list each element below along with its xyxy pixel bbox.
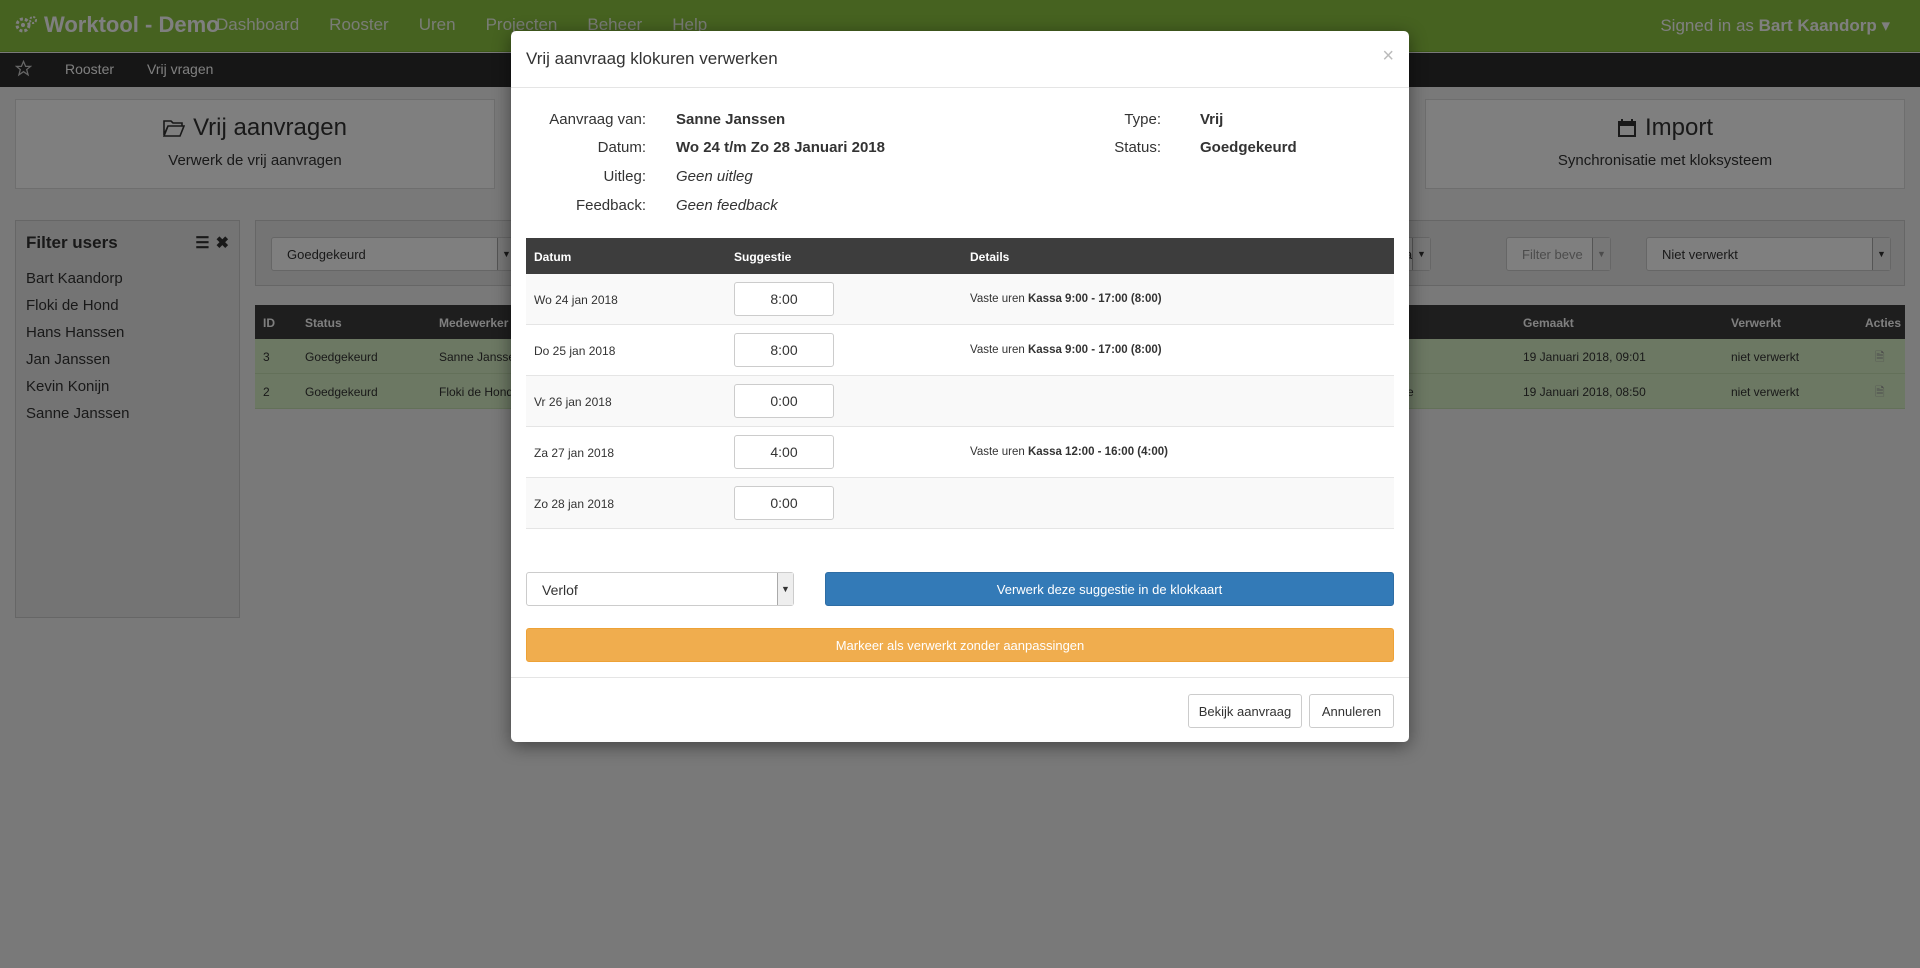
details-bold: Kassa 9:00 - 17:00 (8:00) bbox=[1027, 344, 1162, 356]
markeer-verwerkt-button[interactable]: Markeer als verwerkt zonder aanpassingen bbox=[526, 628, 1394, 662]
suggestie-input[interactable]: 8:00 bbox=[734, 282, 834, 316]
value-type: Vrij bbox=[1200, 111, 1224, 128]
details-prefix: Vaste uren bbox=[970, 293, 1028, 305]
cell-details: Vaste uren Kassa 9:00 - 17:00 (8:00) bbox=[970, 344, 1162, 356]
details-bold: Kassa 9:00 - 17:00 (8:00) bbox=[1027, 293, 1162, 305]
label-aanvraag-van: Aanvraag van: bbox=[549, 111, 646, 128]
label-feedback: Feedback: bbox=[575, 197, 646, 214]
modal-footer: Bekijk aanvraag Annuleren bbox=[511, 677, 1409, 742]
table-row: Vr 26 jan 2018 0:00 bbox=[526, 376, 1394, 427]
suggestie-input[interactable]: 4:00 bbox=[734, 435, 834, 469]
modal-title: Vrij aanvraag klokuren verwerken bbox=[526, 49, 778, 68]
value-datum: Wo 24 t/m Zo 28 Januari 2018 bbox=[676, 139, 885, 156]
verlof-type-value: Verlof bbox=[542, 582, 578, 598]
table-row: Wo 24 jan 2018 8:00 Vaste uren Kassa 9:0… bbox=[526, 274, 1394, 325]
cell-datum: Za 27 jan 2018 bbox=[534, 446, 615, 460]
suggestie-input[interactable]: 0:00 bbox=[734, 486, 834, 520]
cell-details: Vaste uren Kassa 9:00 - 17:00 (8:00) bbox=[970, 293, 1162, 305]
label-type: Type: bbox=[1124, 111, 1161, 128]
label-uitleg: Uitleg: bbox=[603, 168, 646, 185]
col-datum: Datum bbox=[534, 250, 572, 264]
label-datum: Datum: bbox=[597, 139, 646, 156]
value-status: Goedgekeurd bbox=[1200, 139, 1297, 156]
table-row: Do 25 jan 2018 8:00 Vaste uren Kassa 9:0… bbox=[526, 325, 1394, 376]
value-uitleg: Geen uitleg bbox=[676, 168, 753, 185]
bekijk-aanvraag-button[interactable]: Bekijk aanvraag bbox=[1188, 694, 1302, 728]
table-row: Za 27 jan 2018 4:00 Vaste uren Kassa 12:… bbox=[526, 427, 1394, 478]
col-suggestie: Suggestie bbox=[734, 250, 792, 264]
modal-dialog: Vrij aanvraag klokuren verwerken × Aanvr… bbox=[511, 31, 1409, 742]
details-prefix: Vaste uren bbox=[970, 344, 1028, 356]
cell-datum: Do 25 jan 2018 bbox=[534, 344, 616, 358]
details-bold: Kassa 12:00 - 16:00 (4:00) bbox=[1027, 446, 1168, 458]
chevron-down-icon: ▼ bbox=[777, 573, 793, 605]
cell-datum: Wo 24 jan 2018 bbox=[534, 293, 618, 307]
col-details: Details bbox=[970, 250, 1010, 264]
modal-header: Vrij aanvraag klokuren verwerken × bbox=[511, 31, 1409, 88]
cell-datum: Vr 26 jan 2018 bbox=[534, 395, 612, 409]
table-row: Zo 28 jan 2018 0:00 bbox=[526, 478, 1394, 529]
suggestion-table: Datum Suggestie Details Wo 24 jan 2018 8… bbox=[526, 238, 1394, 529]
verwerk-suggestie-button[interactable]: Verwerk deze suggestie in de klokkaart bbox=[825, 572, 1394, 606]
suggestie-input[interactable]: 8:00 bbox=[734, 333, 834, 367]
table-header: Datum Suggestie Details bbox=[526, 238, 1394, 274]
request-info: Aanvraag van: Sanne Janssen Datum: Wo 24… bbox=[526, 111, 1394, 231]
value-feedback: Geen feedback bbox=[676, 197, 778, 214]
annuleren-button[interactable]: Annuleren bbox=[1309, 694, 1394, 728]
cell-details: Vaste uren Kassa 12:00 - 16:00 (4:00) bbox=[970, 446, 1168, 458]
close-icon[interactable]: × bbox=[1382, 45, 1394, 68]
suggestie-input[interactable]: 0:00 bbox=[734, 384, 834, 418]
label-status: Status: bbox=[1114, 139, 1161, 156]
value-aanvraag-van: Sanne Janssen bbox=[676, 111, 786, 128]
cell-datum: Zo 28 jan 2018 bbox=[534, 497, 615, 511]
verlof-type-select[interactable]: Verlof ▼ bbox=[526, 572, 794, 606]
details-prefix: Vaste uren bbox=[970, 446, 1028, 458]
